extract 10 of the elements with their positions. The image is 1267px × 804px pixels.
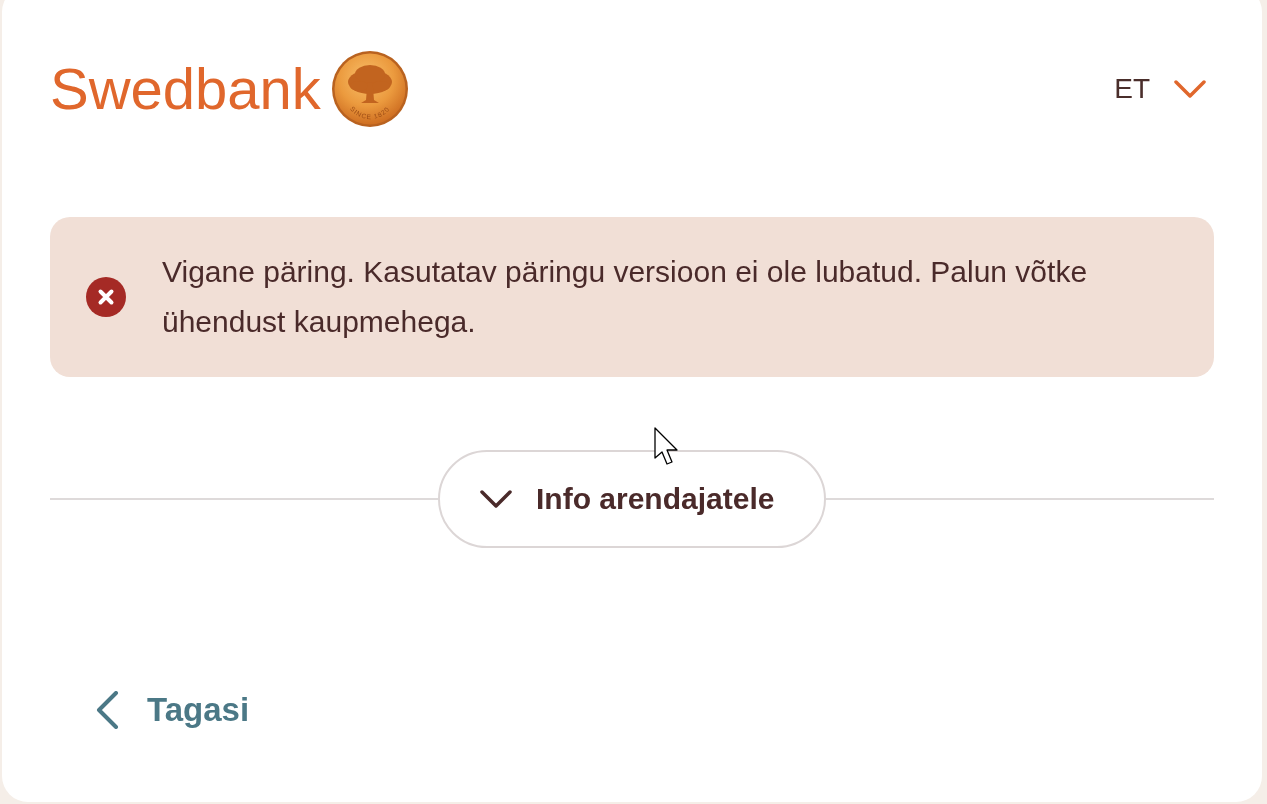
developer-info-toggle[interactable]: Info arendajatele [438, 450, 826, 548]
language-selector[interactable]: ET [1114, 73, 1206, 105]
chevron-down-icon [1174, 80, 1206, 98]
bank-logo-wordmark: Swedbank [50, 60, 321, 118]
back-link[interactable]: Tagasi [95, 691, 250, 729]
chevron-down-icon [480, 490, 512, 508]
error-icon [86, 277, 126, 317]
mouse-pointer-icon [654, 427, 680, 467]
chevron-left-icon [95, 691, 119, 729]
alert-message: Vigane päring. Kasutatav päringu versioon ei ole lubatud. Palun võtke ühendust kaupmehega. [162, 254, 1089, 340]
